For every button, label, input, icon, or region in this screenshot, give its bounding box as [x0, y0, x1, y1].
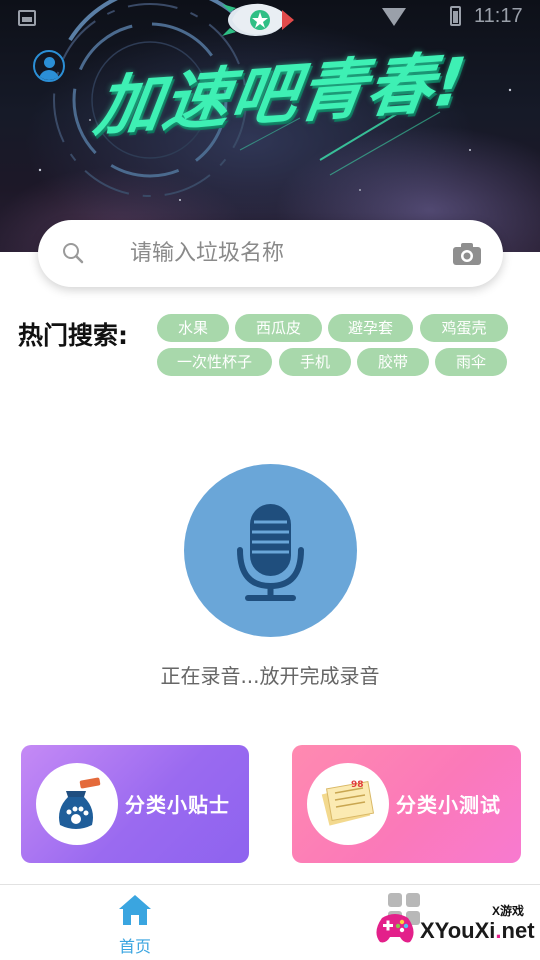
- card-icon-circle: [36, 763, 118, 845]
- camera-icon[interactable]: [452, 242, 482, 266]
- trash-bag-icon: [59, 777, 101, 829]
- gamepad-logo-icon: [376, 914, 414, 943]
- card-icon-circle: 98: [307, 763, 389, 845]
- nav-home-tab[interactable]: 首页: [100, 893, 170, 956]
- sort-tips-card[interactable]: 分类小贴士: [21, 745, 249, 863]
- voice-record-button[interactable]: [184, 464, 357, 637]
- hot-tag-1[interactable]: 水果: [157, 314, 229, 342]
- header-banner: 11:17 加速吧青春!: [0, 0, 540, 252]
- hot-tag-4[interactable]: 鸡蛋壳: [420, 314, 508, 342]
- hot-tag-2[interactable]: 西瓜皮: [235, 314, 322, 342]
- watermark-site: XYouXi.net: [420, 918, 535, 943]
- search-input[interactable]: [130, 232, 430, 274]
- search-icon: [63, 243, 84, 264]
- svg-text:98: 98: [351, 780, 364, 790]
- hot-tag-6[interactable]: 手机: [279, 348, 351, 376]
- hot-tag-7[interactable]: 胶带: [357, 348, 429, 376]
- battery-icon: [450, 6, 461, 26]
- gallery-icon: [18, 10, 36, 26]
- watermark-tag: X游戏: [492, 904, 525, 918]
- sort-quiz-card[interactable]: 98 分类小测试: [292, 745, 521, 863]
- sort-quiz-label: 分类小测试: [396, 793, 501, 817]
- microphone-icon: [237, 504, 304, 601]
- hot-search-label: 热门搜索:: [18, 321, 128, 350]
- hot-tag-8[interactable]: 雨伞: [435, 348, 507, 376]
- test-paper-icon: 98: [321, 780, 375, 826]
- nav-home-label: 首页: [118, 937, 151, 956]
- hot-tag-3[interactable]: 避孕套: [328, 314, 413, 342]
- search-bar[interactable]: [38, 220, 503, 287]
- user-avatar-icon[interactable]: [33, 50, 65, 82]
- record-status-text: 正在录音...放开完成录音: [160, 664, 380, 688]
- site-watermark: X游戏 XYouXi.net: [372, 898, 540, 958]
- wifi-icon: [382, 8, 406, 26]
- home-icon: [119, 895, 151, 925]
- sort-tips-label: 分类小贴士: [125, 793, 230, 817]
- hot-tag-5[interactable]: 一次性杯子: [157, 348, 272, 376]
